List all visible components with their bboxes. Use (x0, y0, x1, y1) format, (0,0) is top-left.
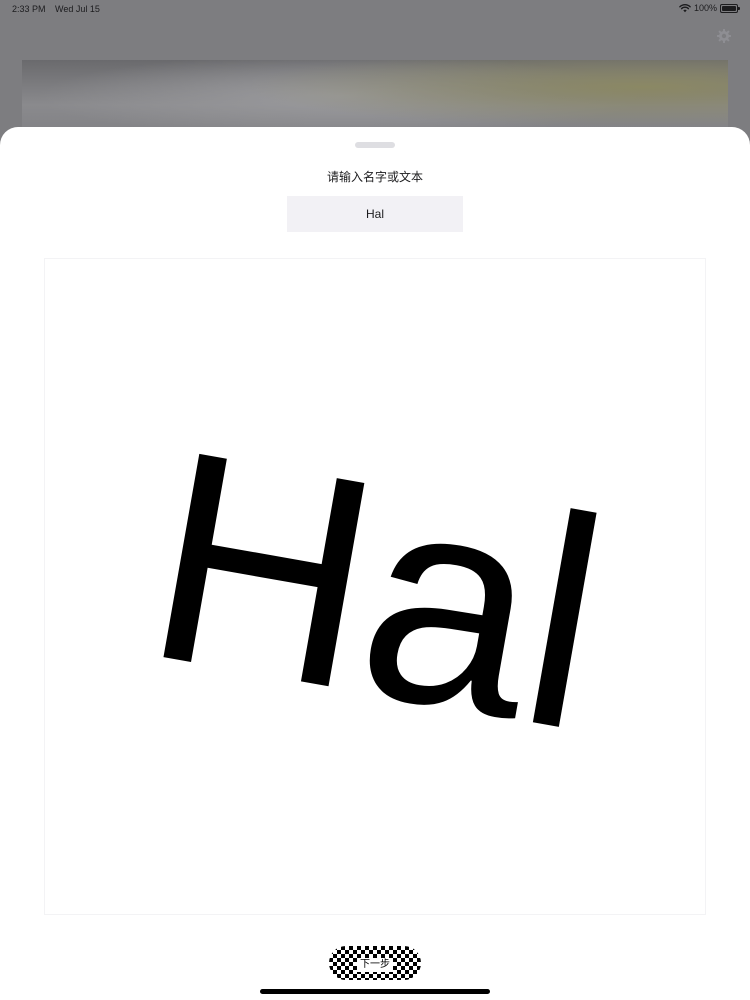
battery-icon (720, 3, 740, 13)
prompt-label: 请输入名字或文本 (326, 170, 423, 184)
status-date: Wed Jul 15 (55, 4, 100, 14)
name-input[interactable] (287, 196, 463, 232)
status-bar: 2:33 PM Wed Jul 15 100% (0, 0, 750, 20)
sheet-grabber[interactable] (355, 142, 395, 148)
text-preview-canvas: Hal (44, 258, 706, 915)
battery-percent: 100% (693, 3, 717, 13)
bottom-sheet: 请输入名字或文本 Hal 下一步 (0, 127, 750, 1000)
home-indicator (260, 989, 490, 994)
next-button[interactable]: 下一步 (329, 946, 421, 980)
status-time: 2:33 PM (12, 4, 46, 14)
gear-icon[interactable] (716, 28, 732, 44)
preview-text: Hal (128, 384, 624, 794)
status-indicators: 100% (679, 3, 740, 13)
wifi-icon (679, 4, 691, 13)
next-button-label: 下一步 (357, 957, 393, 972)
